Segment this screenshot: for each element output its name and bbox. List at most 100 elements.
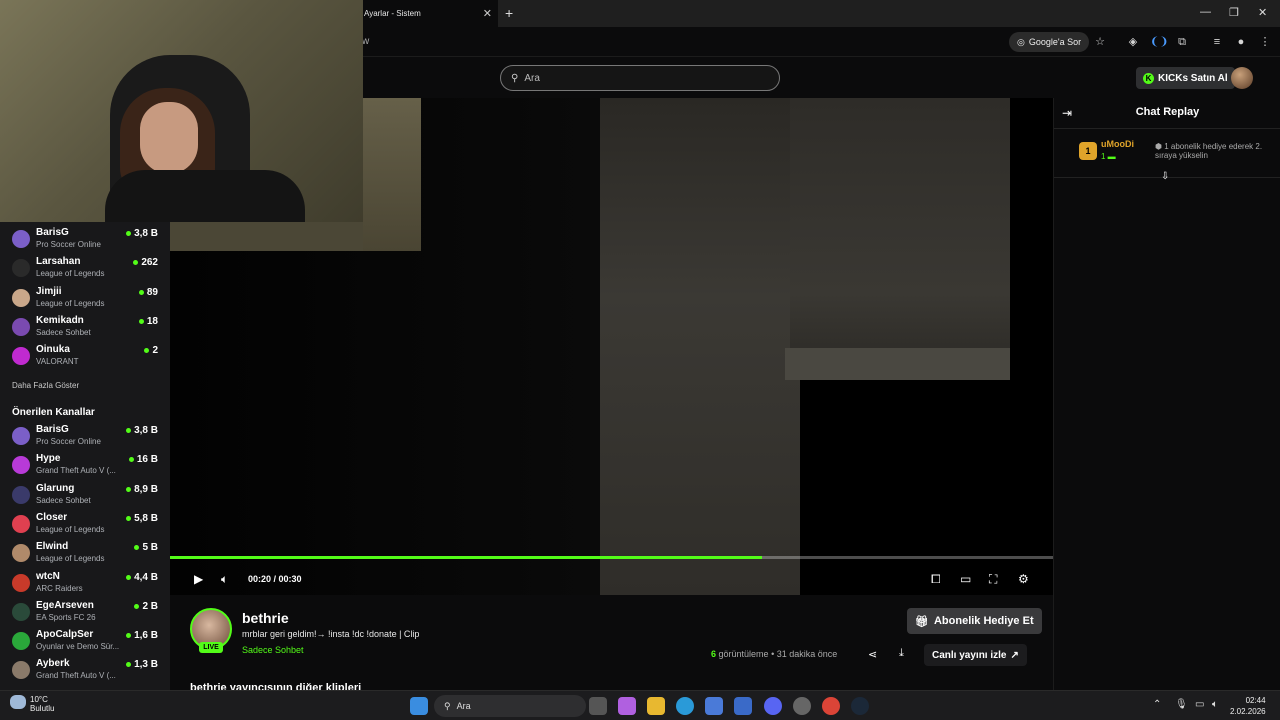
channel-row[interactable]: EgeArseven EA Sports FC 26 2 B — [0, 598, 170, 627]
gift-subscription-button[interactable]: 🎁︎ Abonelik Hediye Et — [907, 608, 1042, 634]
channel-avatar — [12, 514, 30, 533]
system-clock[interactable]: 02:44 2.02.2026 — [1230, 695, 1266, 717]
file-explorer-icon[interactable] — [647, 697, 665, 715]
channel-name: ApoCalpSer — [36, 629, 94, 641]
viewer-count-value: 1,3 B — [134, 659, 158, 671]
channel-name: wtcN — [36, 570, 60, 582]
taskbar-search-icon: ⚲ — [444, 700, 451, 711]
live-dot-icon — [134, 603, 140, 609]
media-control-icon[interactable]: ≡ — [1210, 35, 1224, 49]
viewer-count-value: 3,8 B — [134, 228, 158, 239]
audio-extension-icon[interactable]: ❨❩ — [1150, 35, 1168, 49]
webcam-overlay-extension — [363, 98, 421, 251]
fullscreen-icon[interactable]: ⛶ — [989, 572, 997, 587]
channel-row[interactable]: Kemikadn Sadece Sohbet 18 — [0, 313, 170, 342]
minimize-icon[interactable]: — — [1200, 6, 1211, 18]
viewer-count: 3,8 B — [126, 228, 158, 239]
browser-menu-icon[interactable]: ⋮ — [1258, 35, 1272, 49]
bookmark-star-icon[interactable]: ☆ — [1093, 35, 1107, 49]
task-view-icon[interactable] — [589, 697, 607, 715]
viewer-count: 1,3 B — [126, 659, 158, 670]
display-icon[interactable]: ▭ — [1195, 699, 1204, 710]
channel-name: Kemikadn — [36, 314, 84, 326]
channel-row[interactable]: Jimjii League of Legends 89 — [0, 284, 170, 313]
channel-row[interactable]: BarisG Pro Soccer Online 3,8 B — [0, 422, 170, 451]
live-dot-icon — [126, 428, 132, 433]
channel-row[interactable]: Larsahan League of Legends 262 — [0, 254, 170, 283]
app-icon[interactable] — [793, 697, 811, 715]
gifter-name[interactable]: uMooDi — [1101, 139, 1134, 149]
steam-icon[interactable] — [851, 697, 869, 715]
channel-row[interactable]: Closer League of Legends 5,8 B — [0, 510, 170, 539]
channel-avatar — [12, 632, 30, 651]
close-window-icon[interactable]: ✕ — [1258, 6, 1267, 19]
tab-close-icon[interactable]: ✕ — [483, 7, 492, 20]
shield-extension-icon[interactable]: ◈ — [1126, 35, 1140, 49]
weather-widget[interactable]: 10°C Bulutlu — [10, 695, 54, 713]
time-display: 00:20 / 00:30 — [248, 574, 302, 584]
viewer-count: 1,6 B — [126, 630, 158, 641]
tab-settings[interactable]: Ayarlar - Sistem ✕ — [356, 0, 498, 27]
speaker-icon[interactable]: 🔈︎ — [1212, 699, 1218, 710]
restore-icon[interactable]: ❐ — [1229, 6, 1239, 19]
pip-icon[interactable]: ⧠ — [931, 572, 941, 587]
scroll-down-icon[interactable]: ⇩ — [1161, 171, 1169, 182]
viewer-count-value: 3,8 B — [134, 425, 158, 436]
weather-condition: Bulutlu — [30, 704, 55, 713]
microphone-icon[interactable]: 🎙︎ — [1175, 699, 1188, 710]
user-avatar[interactable] — [1231, 67, 1253, 89]
channel-row[interactable]: Elwind League of Legends 5 B — [0, 539, 170, 568]
settings-icon[interactable]: ⚙ — [1018, 572, 1029, 586]
duration: 00:30 — [278, 574, 302, 584]
streamer-face — [140, 102, 198, 174]
mail-icon[interactable] — [734, 697, 752, 715]
watch-live-button[interactable]: Canlı yayını izle ↗ — [924, 644, 1027, 666]
chat-title: Chat Replay — [1135, 106, 1200, 118]
live-dot-icon — [126, 486, 132, 492]
channel-avatar — [12, 456, 30, 475]
buy-kicks-button[interactable]: K KICKs Satın Al — [1136, 67, 1235, 89]
other-clips-heading: bethrie yayıncısının diğer klipleri — [190, 682, 362, 690]
channel-row[interactable]: wtcN ARC Raiders 4,4 B — [0, 569, 170, 598]
channel-avatar — [12, 544, 30, 563]
channel-row[interactable]: ApoCalpSer Oyunlar ve Demo Sür... 1,6 B — [0, 627, 170, 656]
channel-row[interactable]: Ayberk Grand Theft Auto V (... 1,3 B — [0, 656, 170, 685]
show-more-link[interactable]: Daha Fazla Göster — [12, 381, 79, 390]
channel-row[interactable]: BarisG Pro Soccer Online 3,8 B — [0, 225, 170, 254]
external-link-icon: ↗ — [1010, 649, 1019, 661]
taskbar-search[interactable]: ⚲ Ara — [434, 695, 586, 717]
share-icon[interactable]: ⋖ — [868, 648, 877, 661]
download-icon[interactable]: ⤓ — [899, 647, 904, 660]
volume-icon[interactable]: 🔈︎ — [221, 572, 228, 587]
tray-expand-icon[interactable]: ⌃ — [1153, 699, 1161, 710]
new-tab-icon[interactable]: + — [505, 5, 513, 21]
search-input[interactable] — [524, 72, 765, 84]
extensions-puzzle-icon[interactable]: ⧉ — [1175, 35, 1189, 49]
copilot-icon[interactable] — [618, 697, 636, 715]
live-dot-icon — [126, 662, 132, 668]
gifter-rank-badge: 1 — [1079, 142, 1097, 160]
channel-category: VALORANT — [36, 357, 79, 367]
progress-bar[interactable] — [170, 556, 1053, 559]
theater-mode-icon[interactable]: ▭ — [960, 572, 971, 586]
edge-browser-icon[interactable] — [676, 697, 694, 715]
channel-avatar — [12, 573, 30, 592]
search-box[interactable]: ⚲ — [500, 65, 780, 91]
chrome-icon[interactable] — [822, 697, 840, 715]
viewer-count: 16 B — [128, 454, 158, 465]
channel-row[interactable]: Hype Grand Theft Auto V (... 16 B — [0, 451, 170, 480]
profile-avatar-icon[interactable]: ● — [1234, 35, 1248, 49]
viewer-count: 5,8 B — [126, 513, 158, 524]
store-icon[interactable] — [705, 697, 723, 715]
channel-row[interactable]: Glarung Sadece Sohbet 8,9 B — [0, 481, 170, 510]
url-text[interactable]: w — [362, 36, 369, 47]
clip-category[interactable]: Sadece Sohbet — [242, 645, 304, 655]
channel-row[interactable]: Oinuka VALORANT 2 — [0, 342, 170, 371]
play-icon[interactable]: ▶ — [194, 572, 203, 586]
streamer-name[interactable]: bethrie — [242, 610, 289, 626]
windows-start-icon[interactable] — [410, 697, 428, 715]
discord-icon[interactable] — [764, 697, 782, 715]
webcam-overlay — [0, 0, 363, 222]
live-badge: LIVE — [199, 642, 223, 653]
ask-google-button[interactable]: ◎ Google'a Sor — [1009, 32, 1090, 52]
